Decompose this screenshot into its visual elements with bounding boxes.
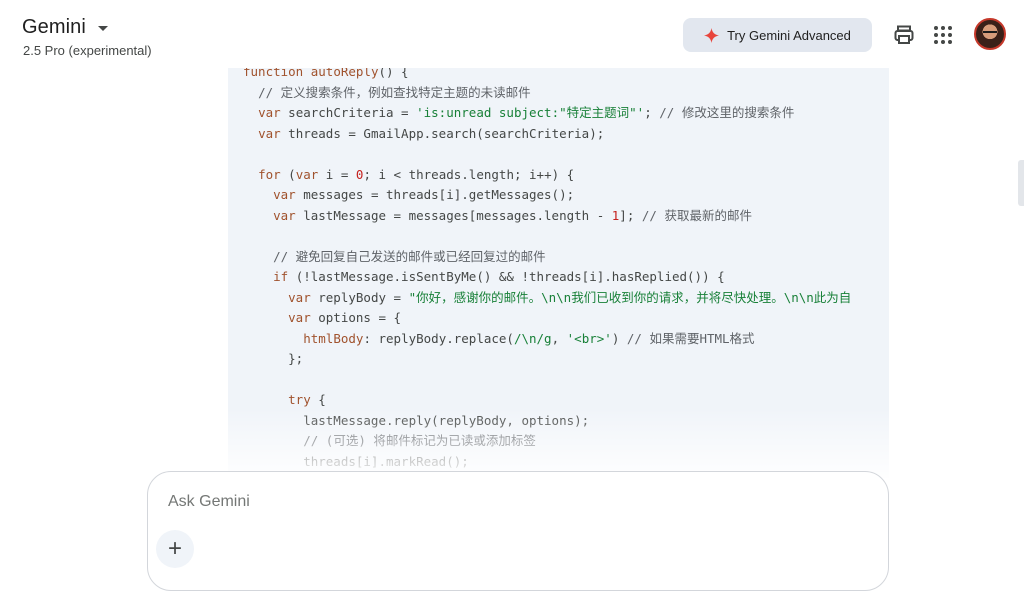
code-line: for (var i = 0; i < threads.length; i++)… xyxy=(258,166,575,182)
code-line: function autoReply() { xyxy=(243,68,409,79)
code-line: lastMessage.reply(replyBody, options); xyxy=(243,412,590,428)
code-line: // 定义搜索条件，例如查找特定主题的未读邮件 xyxy=(258,84,531,100)
code-line: var replyBody = "你好，感谢你的邮件。\n\n我们已收到你的请求… xyxy=(288,289,852,305)
print-icon[interactable] xyxy=(892,23,916,47)
side-panel-handle[interactable] xyxy=(1018,160,1024,206)
code-line: // (可选) 将邮件标记为已读或添加标签 xyxy=(303,433,536,448)
code-line: if (!lastMessage.isSentByMe() && !thread… xyxy=(273,269,725,284)
prompt-input[interactable] xyxy=(168,490,848,514)
prompt-input-box: + xyxy=(147,471,889,591)
try-gemini-advanced-button[interactable]: Try Gemini Advanced xyxy=(683,18,872,52)
add-attachment-button[interactable]: + xyxy=(156,530,194,568)
avatar[interactable] xyxy=(974,18,1006,50)
code-line: htmlBody: replyBody.replace(/\n/g, '<br>… xyxy=(303,330,755,346)
code-line: var threads = GmailApp.search(searchCrit… xyxy=(258,125,605,141)
gemini-spark-icon xyxy=(704,27,720,43)
code-line: var lastMessage = messages[messages.leng… xyxy=(273,207,752,223)
code-line: }; xyxy=(243,351,304,366)
code-line: threads[i].markRead(); xyxy=(243,453,469,469)
code-content: function autoReply() { // 定义搜索条件，例如查找特定主… xyxy=(228,68,851,472)
code-line: var options = { xyxy=(288,310,402,325)
code-line: var messages = threads[i].getMessages(); xyxy=(273,187,575,202)
plus-icon: + xyxy=(167,535,182,562)
app-title: Gemini xyxy=(22,16,86,38)
code-line: try { xyxy=(288,392,326,407)
code-line: var searchCriteria = 'is:unread subject:… xyxy=(258,105,795,120)
top-bar: Gemini 2.5 Pro (experimental) Try Gemini… xyxy=(0,0,1024,68)
code-line: // 避免回复自己发送的邮件或已经回复过的邮件 xyxy=(273,248,546,264)
code-block: function autoReply() { // 定义搜索条件，例如查找特定主… xyxy=(228,68,889,478)
apps-grid-icon[interactable] xyxy=(931,23,955,47)
chevron-down-icon xyxy=(97,26,108,31)
try-gemini-advanced-label: Try Gemini Advanced xyxy=(727,27,851,43)
model-switcher[interactable]: Gemini xyxy=(22,16,108,39)
model-name: 2.5 Pro (experimental) xyxy=(23,43,152,58)
avatar-glasses xyxy=(983,31,997,37)
